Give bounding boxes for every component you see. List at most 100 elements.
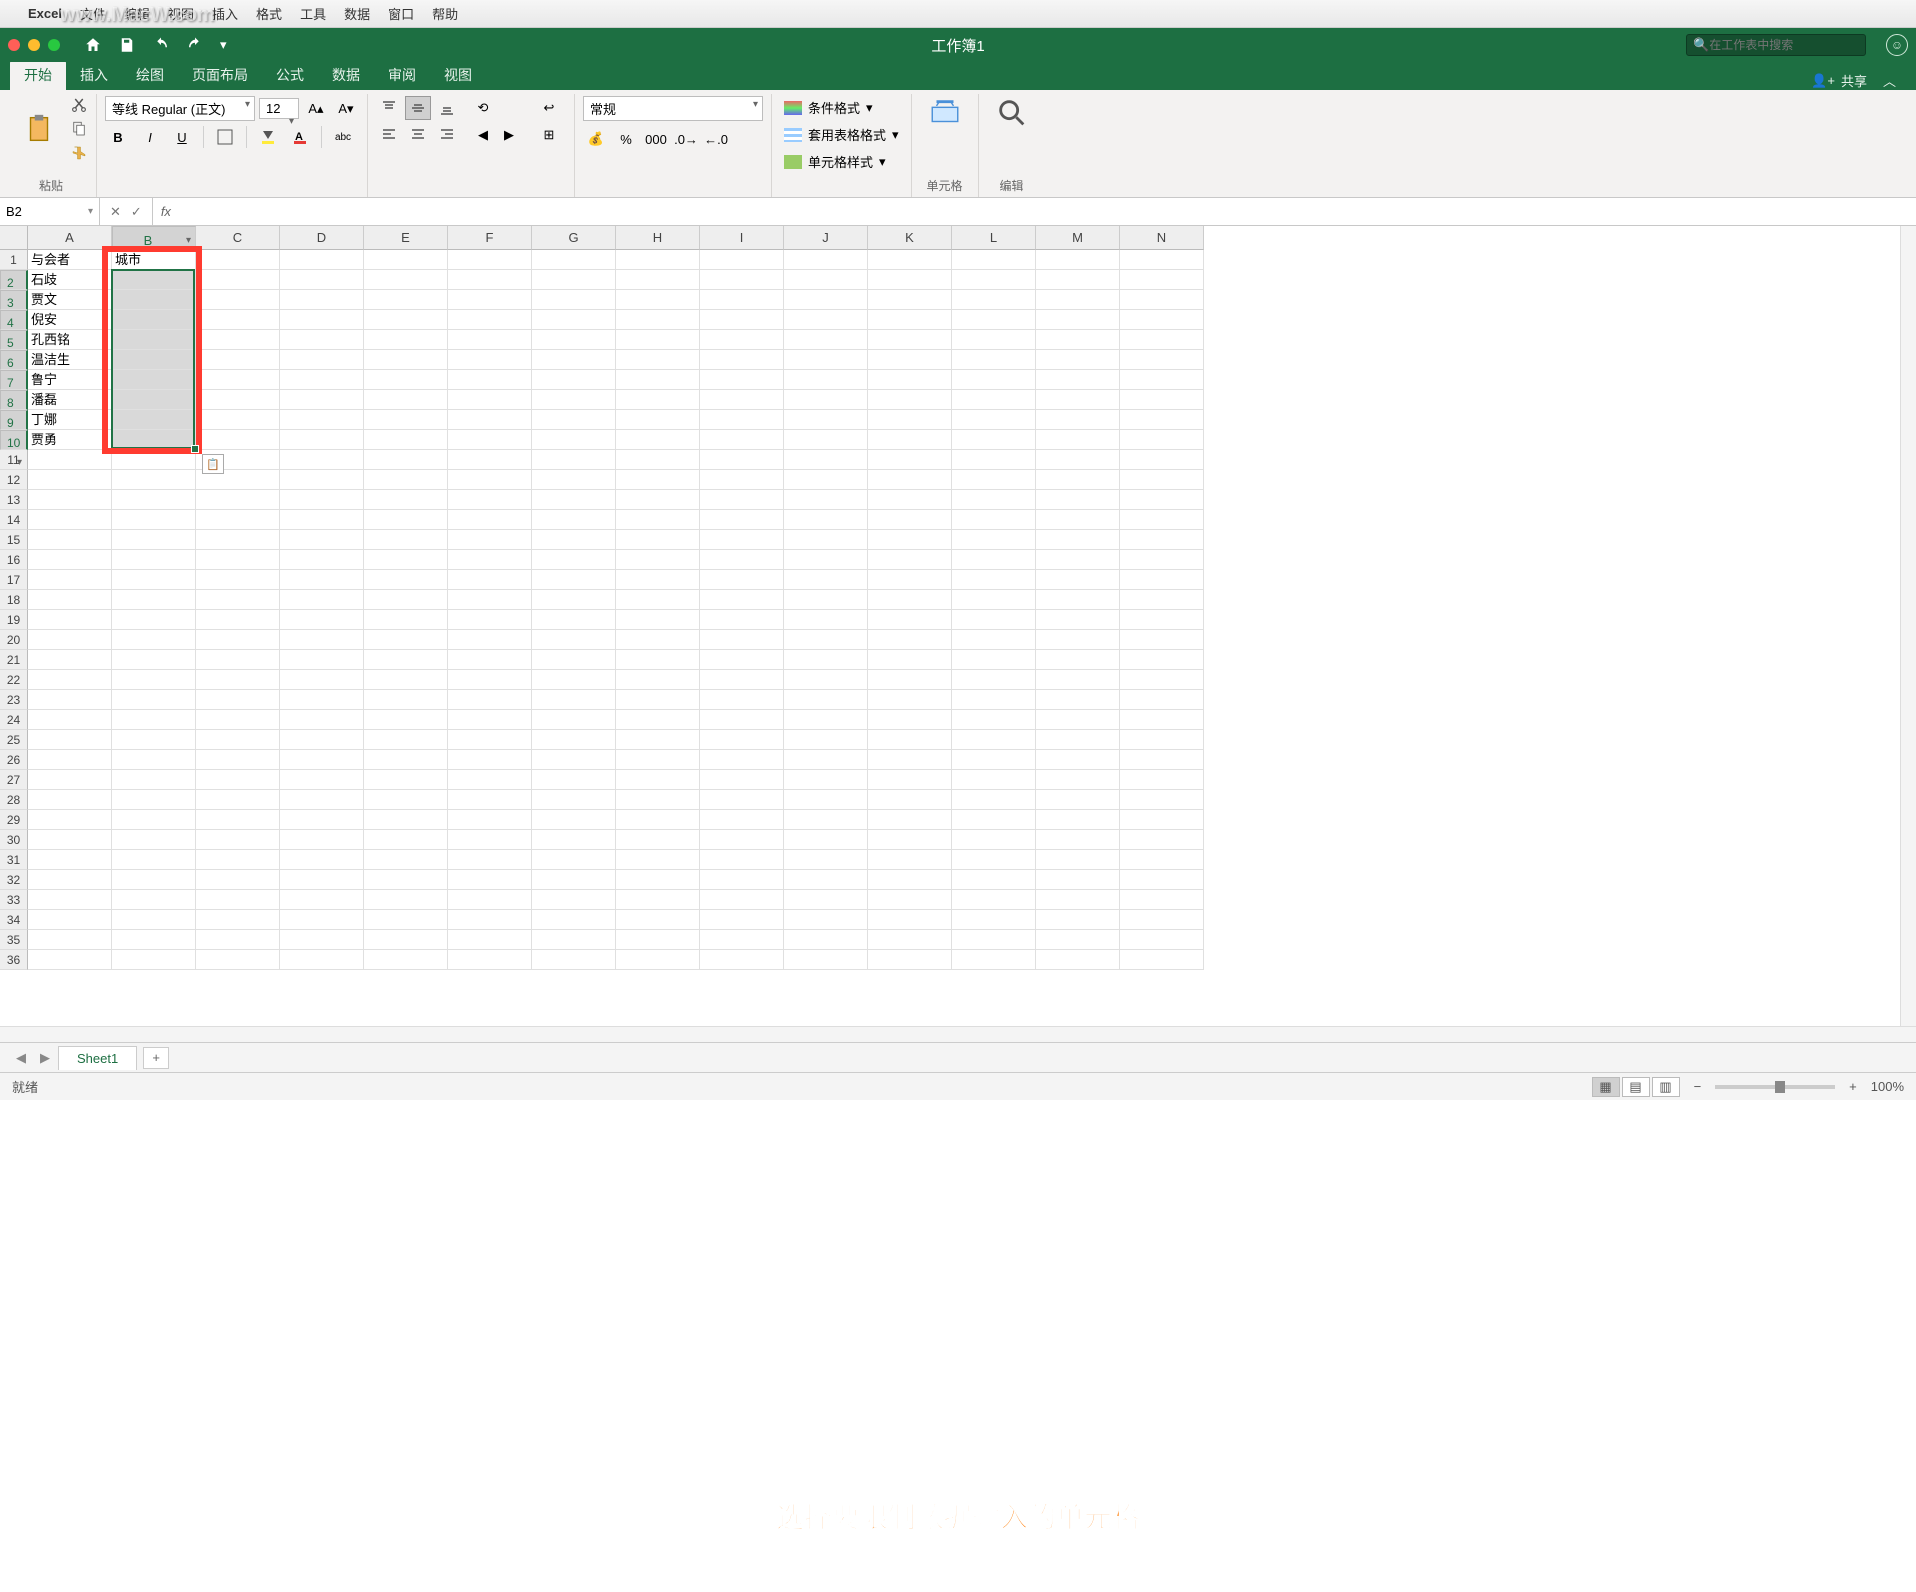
cell[interactable]: 石歧: [28, 270, 112, 290]
cell[interactable]: [616, 930, 700, 950]
cell[interactable]: [1120, 770, 1204, 790]
cell[interactable]: [952, 630, 1036, 650]
cell[interactable]: [1036, 550, 1120, 570]
cell[interactable]: [280, 910, 364, 930]
app-name[interactable]: Excel: [28, 6, 62, 21]
cell[interactable]: [1036, 850, 1120, 870]
cell[interactable]: [448, 590, 532, 610]
cell[interactable]: [616, 450, 700, 470]
column-header[interactable]: D: [280, 226, 364, 250]
name-box[interactable]: B2: [0, 198, 100, 225]
cell[interactable]: [700, 510, 784, 530]
cell[interactable]: [700, 830, 784, 850]
row-header[interactable]: 25: [0, 730, 28, 750]
cell[interactable]: 城市: [112, 250, 196, 270]
cell[interactable]: [28, 450, 112, 470]
cell[interactable]: [868, 750, 952, 770]
cell[interactable]: [364, 570, 448, 590]
cell[interactable]: [784, 830, 868, 850]
tab-review[interactable]: 审阅: [374, 60, 430, 90]
formula-input[interactable]: [179, 198, 1916, 225]
cell[interactable]: [196, 390, 280, 410]
cell[interactable]: [448, 670, 532, 690]
cell[interactable]: [784, 270, 868, 290]
cell[interactable]: [700, 770, 784, 790]
row-header[interactable]: 15: [0, 530, 28, 550]
cell[interactable]: [280, 530, 364, 550]
orientation-icon[interactable]: ⟲: [470, 96, 496, 120]
tab-view[interactable]: 视图: [430, 60, 486, 90]
cell[interactable]: [784, 550, 868, 570]
cell[interactable]: [532, 350, 616, 370]
merge-cells-icon[interactable]: ⊞: [532, 123, 566, 147]
cell[interactable]: [448, 330, 532, 350]
cell[interactable]: [532, 310, 616, 330]
cell[interactable]: [1120, 930, 1204, 950]
cell[interactable]: [532, 370, 616, 390]
undo-icon[interactable]: [152, 36, 170, 54]
fill-color-icon[interactable]: [255, 125, 281, 149]
cell[interactable]: [280, 330, 364, 350]
cell[interactable]: [616, 590, 700, 610]
currency-icon[interactable]: 💰: [583, 127, 609, 151]
align-middle-icon[interactable]: [405, 96, 431, 120]
row-header[interactable]: 2: [0, 270, 28, 290]
cell[interactable]: [364, 610, 448, 630]
cell[interactable]: [616, 570, 700, 590]
cell[interactable]: [364, 950, 448, 970]
cell[interactable]: [784, 370, 868, 390]
menu-insert[interactable]: 插入: [212, 4, 238, 23]
borders-icon[interactable]: [212, 125, 238, 149]
cell[interactable]: [952, 250, 1036, 270]
page-break-view-icon[interactable]: ▥: [1652, 1077, 1680, 1097]
cell[interactable]: [196, 770, 280, 790]
cell[interactable]: [952, 910, 1036, 930]
cell[interactable]: 与会者: [28, 250, 112, 270]
menu-help[interactable]: 帮助: [432, 4, 458, 23]
cell[interactable]: [112, 530, 196, 550]
cell[interactable]: [532, 570, 616, 590]
cell[interactable]: [952, 650, 1036, 670]
cell[interactable]: [700, 750, 784, 770]
share-button[interactable]: 👤+ 共享 ︿: [1801, 71, 1906, 90]
cell[interactable]: [952, 270, 1036, 290]
cell[interactable]: [784, 410, 868, 430]
cell[interactable]: [448, 950, 532, 970]
cell[interactable]: [448, 550, 532, 570]
cell[interactable]: [196, 830, 280, 850]
cell[interactable]: [700, 730, 784, 750]
cell[interactable]: [784, 350, 868, 370]
cell[interactable]: [196, 490, 280, 510]
menu-format[interactable]: 格式: [256, 4, 282, 23]
cell[interactable]: [112, 470, 196, 490]
cell[interactable]: [616, 890, 700, 910]
cell[interactable]: [700, 470, 784, 490]
tab-page-layout[interactable]: 页面布局: [178, 60, 262, 90]
cell[interactable]: [1036, 630, 1120, 650]
cell[interactable]: [196, 710, 280, 730]
cell[interactable]: [952, 670, 1036, 690]
cell[interactable]: [28, 830, 112, 850]
cut-icon[interactable]: [70, 96, 88, 114]
cell[interactable]: [112, 750, 196, 770]
cell[interactable]: [616, 630, 700, 650]
increase-decimal-icon[interactable]: .0→: [673, 127, 699, 151]
cell[interactable]: [28, 530, 112, 550]
increase-font-icon[interactable]: A▴: [303, 97, 329, 121]
cell[interactable]: [280, 350, 364, 370]
cell[interactable]: [616, 510, 700, 530]
minimize-button[interactable]: [28, 39, 40, 51]
row-header[interactable]: 17: [0, 570, 28, 590]
cell[interactable]: 贾勇: [28, 430, 112, 450]
cell[interactable]: [1120, 670, 1204, 690]
format-painter-icon[interactable]: [70, 144, 88, 162]
cell[interactable]: [952, 570, 1036, 590]
tab-insert[interactable]: 插入: [66, 60, 122, 90]
cell[interactable]: [700, 430, 784, 450]
cell[interactable]: [532, 470, 616, 490]
cell[interactable]: [1120, 690, 1204, 710]
cell[interactable]: [448, 390, 532, 410]
zoom-out-icon[interactable]: −: [1694, 1079, 1702, 1094]
cell[interactable]: [868, 950, 952, 970]
cell[interactable]: [112, 370, 196, 390]
